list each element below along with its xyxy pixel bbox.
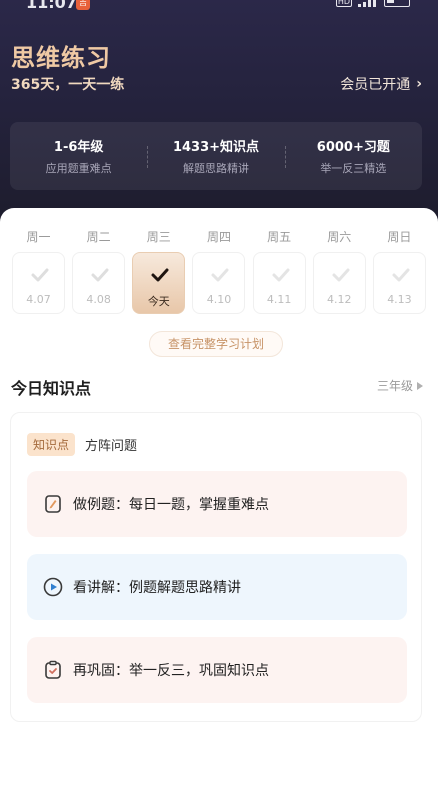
day-cell[interactable]: 4.07 [12, 252, 65, 314]
check-icon [211, 268, 229, 282]
full-plan-button[interactable]: 查看完整学习计划 [149, 331, 283, 357]
day-monday: 周一 4.07 [12, 228, 65, 314]
day-cell[interactable]: 4.13 [372, 252, 426, 314]
day-name: 周六 [327, 230, 352, 244]
day-name: 周五 [267, 230, 292, 244]
caret-right-icon [417, 381, 423, 390]
check-icon [151, 268, 169, 282]
day-cell-today[interactable]: 今天 [132, 252, 186, 314]
content-sheet: 周一 4.07 周二 4.08 周三 今天 周四 4.10 周五 4.11 周六… [0, 208, 438, 793]
stat-value: 6000+习题 [316, 140, 390, 155]
battery-icon [384, 0, 410, 7]
stats-card: 1-6年级 应用题重难点 1433+知识点 解题思路精讲 6000+习题 举一反… [10, 122, 422, 190]
day-date: 4.10 [206, 293, 232, 306]
day-date: 4.13 [387, 293, 412, 306]
day-date: 4.08 [86, 293, 111, 306]
signal-icon [358, 0, 378, 7]
task-label: 做例题：每日一题，掌握重难点 [73, 497, 269, 513]
app-notification-badge: 吉 [76, 0, 90, 10]
check-icon [31, 268, 49, 282]
topic-name: 方阵问题 [85, 439, 138, 454]
check-icon [91, 268, 109, 282]
day-wednesday: 周三 今天 [132, 228, 186, 314]
stat-grades: 1-6年级 应用题重难点 [10, 122, 147, 190]
day-sunday: 周日 4.13 [372, 228, 426, 314]
stat-knowledge-points: 1433+知识点 解题思路精讲 [147, 122, 284, 190]
day-thursday: 周四 4.10 [192, 228, 246, 314]
member-status-link[interactable]: 会员已开通 › [340, 74, 422, 94]
check-icon [272, 268, 290, 282]
page-title: 思维练习 [11, 44, 111, 72]
page-subtitle: 365天，一天一练 [11, 77, 125, 93]
clipboard-icon [45, 660, 61, 679]
stat-value: 1-6年级 [53, 140, 104, 155]
grade-selector[interactable]: 三年级 [377, 377, 423, 394]
task-example-problem[interactable]: 做例题：每日一题，掌握重难点 [27, 471, 407, 537]
day-date: 今天 [147, 295, 170, 308]
day-cell[interactable]: 4.12 [312, 252, 366, 314]
play-icon [43, 577, 63, 597]
status-time: 11:07 [26, 0, 77, 12]
stat-label: 应用题重难点 [45, 162, 112, 175]
day-tuesday: 周二 4.08 [72, 228, 126, 314]
grade-label: 三年级 [376, 379, 413, 393]
hd-icon: HD [335, 0, 352, 7]
day-cell[interactable]: 4.10 [192, 252, 246, 314]
stat-value: 1433+知识点 [172, 140, 260, 155]
section-title: 今日知识点 [11, 379, 92, 398]
day-cell[interactable]: 4.11 [252, 252, 306, 314]
status-bar: 11:07 吉 HD [0, 0, 438, 14]
day-name: 周二 [86, 230, 111, 244]
topic-tag: 知识点 [27, 433, 76, 456]
stat-label: 举一反三精选 [320, 162, 387, 175]
task-consolidate[interactable]: 再巩固：举一反三，巩固知识点 [27, 637, 407, 703]
day-date: 4.12 [327, 293, 352, 306]
day-name: 周三 [146, 230, 171, 244]
check-icon [392, 268, 410, 282]
day-date: 4.11 [266, 293, 292, 306]
pencil-icon [45, 495, 61, 513]
task-label: 再巩固：举一反三，巩固知识点 [73, 663, 269, 679]
hero-header: 11:07 吉 HD 思维练习 365天，一天一练 会员已开通 › 1-6年级 … [0, 0, 438, 230]
topic-row: 知识点 方阵问题 [27, 433, 137, 456]
day-friday: 周五 4.11 [252, 228, 306, 314]
stat-label: 解题思路精讲 [182, 162, 249, 175]
day-saturday: 周六 4.12 [312, 228, 366, 314]
day-name: 周四 [206, 230, 231, 244]
day-name: 周日 [387, 230, 412, 244]
member-status-label: 会员已开通 [340, 77, 411, 93]
day-date: 4.07 [26, 293, 51, 306]
week-calendar: 周一 4.07 周二 4.08 周三 今天 周四 4.10 周五 4.11 周六… [12, 228, 426, 314]
check-icon [332, 268, 350, 282]
task-watch-explanation[interactable]: 看讲解：例题解题思路精讲 [27, 554, 407, 620]
day-name: 周一 [26, 230, 51, 244]
stat-exercises: 6000+习题 举一反三精选 [284, 122, 422, 190]
knowledge-card: 知识点 方阵问题 做例题：每日一题，掌握重难点 看讲解：例题解题思路精讲 再巩固… [10, 412, 422, 722]
status-icons: HD [335, 0, 410, 7]
day-cell[interactable]: 4.08 [72, 252, 126, 314]
chevron-right-icon: › [416, 76, 422, 92]
task-label: 看讲解：例题解题思路精讲 [73, 580, 241, 596]
